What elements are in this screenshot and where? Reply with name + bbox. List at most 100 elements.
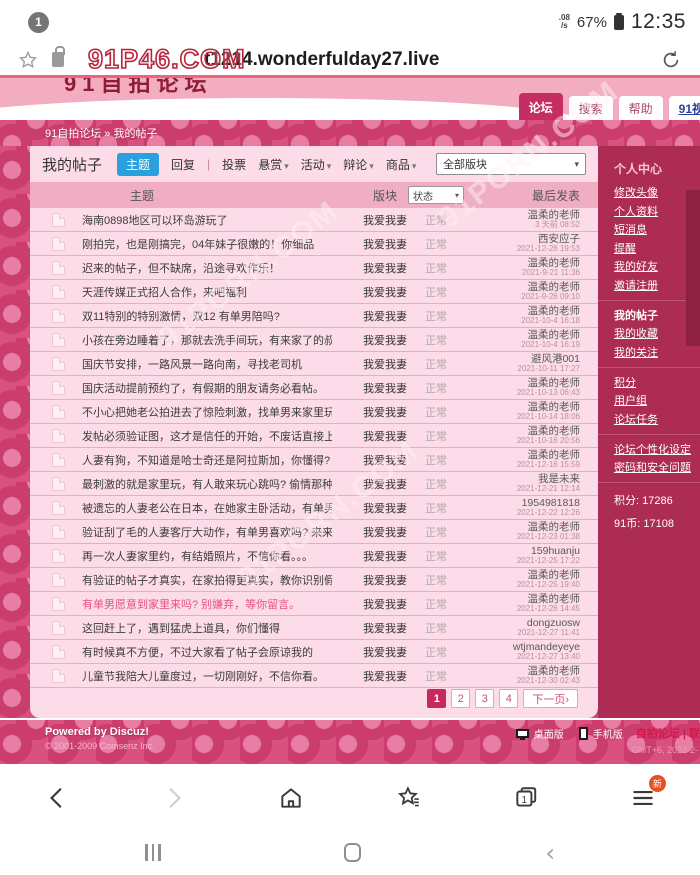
thread-title[interactable]: 迟来的帖子，但不缺席，沿途寻欢作乐！ xyxy=(82,260,332,276)
next-page-button[interactable]: 下一页› xyxy=(523,689,578,708)
table-row[interactable]: 验证刮了毛的人妻客厅大动作，有单男喜欢吗? 来来来看我爱我妻正常温柔的老师202… xyxy=(30,520,598,544)
thread-title[interactable]: 有单男愿意到家里来吗? 别嫌弃，等你留言。 xyxy=(82,596,332,612)
footer-site-links[interactable]: 自拍论坛 | 联 xyxy=(636,725,700,741)
last-post-author[interactable]: 温柔的老师 xyxy=(517,666,580,676)
last-post-author[interactable]: 温柔的老师 xyxy=(521,282,580,292)
android-back-icon[interactable]: ‹ xyxy=(545,843,555,863)
last-post-author[interactable]: 温柔的老师 xyxy=(522,258,580,268)
table-row[interactable]: 儿童节我陪大儿童度过，一切刚刚好，不信你看。我爱我妻正常温柔的老师2021-12… xyxy=(30,664,598,688)
forward-icon[interactable] xyxy=(161,785,187,811)
thread-title[interactable]: 有时候真不方便，不过大家看了帖子会原谅我的 xyxy=(82,644,332,660)
last-post-author[interactable]: 1954981818 xyxy=(517,498,580,508)
table-row[interactable]: 不小心把她老公拍进去了惊险刺激，找单男来家里玩我爱我妻正常温柔的老师2021-1… xyxy=(30,400,598,424)
last-post-author[interactable]: 温柔的老师 xyxy=(528,210,581,220)
lock-icon[interactable] xyxy=(52,52,64,67)
thread-title[interactable]: 有验证的帖子才真实，在家拍得更真实，教你识别假夫妻。 xyxy=(82,572,332,588)
thread-title[interactable]: 双11特别的特别激情，双12 有单男陪吗? xyxy=(82,308,332,324)
table-row[interactable]: 刚拍完，也是刚搞完，04年妹子很嫩的！你细品我爱我妻正常西安应子2021-12-… xyxy=(30,232,598,256)
table-row[interactable]: 这回赶上了，遇到猛虎上道具，你们懂得我爱我妻正常dongzuosw2021-12… xyxy=(30,616,598,640)
last-post-author[interactable]: 西安应子 xyxy=(517,234,580,244)
sidebar-item-我的关注[interactable]: 我的关注 xyxy=(614,347,700,359)
breadcrumb[interactable]: 91自拍论坛 » 我的帖子 xyxy=(45,125,157,141)
last-post-author[interactable]: 温柔的老师 xyxy=(517,594,580,604)
page-button-1[interactable]: 1 xyxy=(427,689,446,708)
table-row[interactable]: 天涯传媒正式招人合作，来吧福利我爱我妻正常温柔的老师2021-9-26 09:1… xyxy=(30,280,598,304)
thread-title[interactable]: 再一次人妻家里约，有结婚照片，不信你看。。。 xyxy=(82,548,332,564)
thread-title[interactable]: 最刺激的就是家里玩，有人敢来玩心跳吗? 偷情那种 xyxy=(82,476,332,492)
thread-title[interactable]: 儿童节我陪大儿童度过，一切刚刚好，不信你看。 xyxy=(82,668,332,684)
menu-icon[interactable]: 新 xyxy=(630,785,656,811)
table-row[interactable]: 小孩在旁边睡着了，那就去洗手间玩，有来家了的叔叔吗?我爱我妻正常温柔的老师202… xyxy=(30,328,598,352)
site-tab-91视[interactable]: 91视 xyxy=(669,96,700,120)
table-row[interactable]: 人妻有狗，不知道是哈士奇还是阿拉斯加，你懂得? 必看我爱我妻正常温柔的老师202… xyxy=(30,448,598,472)
table-row[interactable]: 国庆节安排，一路风景一路向南，寻找老司机我爱我妻正常避风港0012021-10-… xyxy=(30,352,598,376)
back-icon[interactable] xyxy=(44,785,70,811)
table-row[interactable]: 双11特别的特别激情，双12 有单男陪吗?我爱我妻正常温柔的老师2021-10-… xyxy=(30,304,598,328)
thread-title[interactable]: 国庆节安排，一路风景一路向南，寻找老司机 xyxy=(82,356,332,372)
sidebar-item-密码和安全问题[interactable]: 密码和安全问题 xyxy=(614,462,700,474)
table-row[interactable]: 发帖必须验证图，这才是信任的开始，不废话直接上图我爱我妻正常温柔的老师2021-… xyxy=(30,424,598,448)
thread-title[interactable]: 人妻有狗，不知道是哈士奇还是阿拉斯加，你懂得? 必看 xyxy=(82,452,332,468)
last-post-author[interactable]: 温柔的老师 xyxy=(517,402,580,412)
tabs-icon[interactable]: 1 xyxy=(513,785,539,811)
last-post-author[interactable]: 温柔的老师 xyxy=(521,330,580,340)
forum-filter-select[interactable]: 全部版块 ▾ xyxy=(436,153,586,175)
bookmarks-icon[interactable] xyxy=(396,785,422,811)
sidebar-item-论坛任务[interactable]: 论坛任务 xyxy=(614,414,700,426)
sidebar-item-积分[interactable]: 积分 xyxy=(614,377,700,389)
desktop-version-link[interactable]: 桌面版 xyxy=(534,726,564,741)
filter-tab-辩论[interactable]: 辩论▾ xyxy=(343,156,374,173)
last-post-author[interactable]: dongzuosw xyxy=(517,618,580,628)
last-post-author[interactable]: 159huanju xyxy=(517,546,580,556)
table-row[interactable]: 国庆活动提前预约了，有假期的朋友请务必看帖。我爱我妻正常温柔的老师2021-10… xyxy=(30,376,598,400)
thread-title[interactable]: 海南0898地区可以环岛游玩了 xyxy=(82,212,332,228)
thread-title[interactable]: 小孩在旁边睡着了，那就去洗手间玩，有来家了的叔叔吗? xyxy=(82,332,332,348)
android-home-icon[interactable] xyxy=(344,843,361,862)
recents-icon[interactable] xyxy=(145,844,161,861)
thread-title[interactable]: 天涯传媒正式招人合作，来吧福利 xyxy=(82,284,332,300)
mobile-version-link[interactable]: 手机版 xyxy=(593,726,623,741)
thread-title[interactable]: 验证刮了毛的人妻客厅大动作，有单男喜欢吗? 来来来看 xyxy=(82,524,332,540)
last-post-author[interactable]: 温柔的老师 xyxy=(517,522,580,532)
page-button-3[interactable]: 3 xyxy=(475,689,494,708)
last-post-author[interactable]: 温柔的老师 xyxy=(517,378,580,388)
table-row[interactable]: 再一次人妻家里约，有结婚照片，不信你看。。。我爱我妻正常159huanju202… xyxy=(30,544,598,568)
thread-title[interactable]: 被遗忘的人妻老公在日本，在她家主卧活动，有单男约吗? xyxy=(82,500,332,516)
page-button-4[interactable]: 4 xyxy=(499,689,518,708)
bookmark-star-icon[interactable] xyxy=(18,50,38,70)
last-post-author[interactable]: 避风港001 xyxy=(517,354,580,364)
table-row[interactable]: 被遗忘的人妻老公在日本，在她家主卧活动，有单男约吗?我爱我妻正常19549818… xyxy=(30,496,598,520)
site-tab-论坛[interactable]: 论坛 xyxy=(519,93,563,120)
status-filter-select[interactable]: 状态 ▾ xyxy=(408,186,464,204)
site-tab-帮助[interactable]: 帮助 xyxy=(619,96,663,120)
table-row[interactable]: 迟来的帖子，但不缺席，沿途寻欢作乐！我爱我妻正常温柔的老师2021-9-21 1… xyxy=(30,256,598,280)
sidebar-item-论坛个性化设定[interactable]: 论坛个性化设定 xyxy=(614,444,700,456)
last-post-author[interactable]: 我是未来 xyxy=(517,474,580,484)
table-row[interactable]: 有验证的帖子才真实，在家拍得更真实，教你识别假夫妻。我爱我妻正常温柔的老师202… xyxy=(30,568,598,592)
thread-title[interactable]: 这回赶上了，遇到猛虎上道具，你们懂得 xyxy=(82,620,332,636)
table-row[interactable]: 有单男愿意到家里来吗? 别嫌弃，等你留言。我爱我妻正常温柔的老师2021-12-… xyxy=(30,592,598,616)
scroll-indicator[interactable] xyxy=(686,190,700,346)
thread-title[interactable]: 发帖必须验证图，这才是信任的开始，不废话直接上图 xyxy=(82,428,332,444)
site-tab-搜索[interactable]: 搜索 xyxy=(569,96,613,120)
filter-tab-主题[interactable]: 主题 xyxy=(117,153,159,176)
thread-title[interactable]: 国庆活动提前预约了，有假期的朋友请务必看帖。 xyxy=(82,380,332,396)
home-icon[interactable] xyxy=(278,785,304,811)
table-row[interactable]: 海南0898地区可以环岛游玩了我爱我妻正常温柔的老师3 天前 08:52 xyxy=(30,208,598,232)
table-row[interactable]: 最刺激的就是家里玩，有人敢来玩心跳吗? 偷情那种我爱我妻正常我是未来2021-1… xyxy=(30,472,598,496)
last-post-author[interactable]: 温柔的老师 xyxy=(517,570,580,580)
thread-title[interactable]: 不小心把她老公拍进去了惊险刺激，找单男来家里玩 xyxy=(82,404,332,420)
filter-tab-商品[interactable]: 商品▾ xyxy=(386,156,417,173)
thread-title[interactable]: 刚拍完，也是刚搞完，04年妹子很嫩的！你细品 xyxy=(82,236,332,252)
last-post-author[interactable]: wtjmandeyeye xyxy=(513,642,580,652)
last-post-author[interactable]: 温柔的老师 xyxy=(517,426,580,436)
refresh-icon[interactable] xyxy=(660,49,682,71)
sidebar-item-用户组[interactable]: 用户组 xyxy=(614,395,700,407)
page-button-2[interactable]: 2 xyxy=(451,689,470,708)
filter-tab-投票[interactable]: 投票 xyxy=(222,156,246,173)
filter-tab-回复[interactable]: 回复 xyxy=(171,156,195,173)
site-logo[interactable]: 91自拍论坛 xyxy=(64,78,264,98)
last-post-author[interactable]: 温柔的老师 xyxy=(521,306,580,316)
filter-tab-活动[interactable]: 活动▾ xyxy=(301,156,332,173)
table-row[interactable]: 有时候真不方便，不过大家看了帖子会原谅我的我爱我妻正常wtjmandeyeye2… xyxy=(30,640,598,664)
